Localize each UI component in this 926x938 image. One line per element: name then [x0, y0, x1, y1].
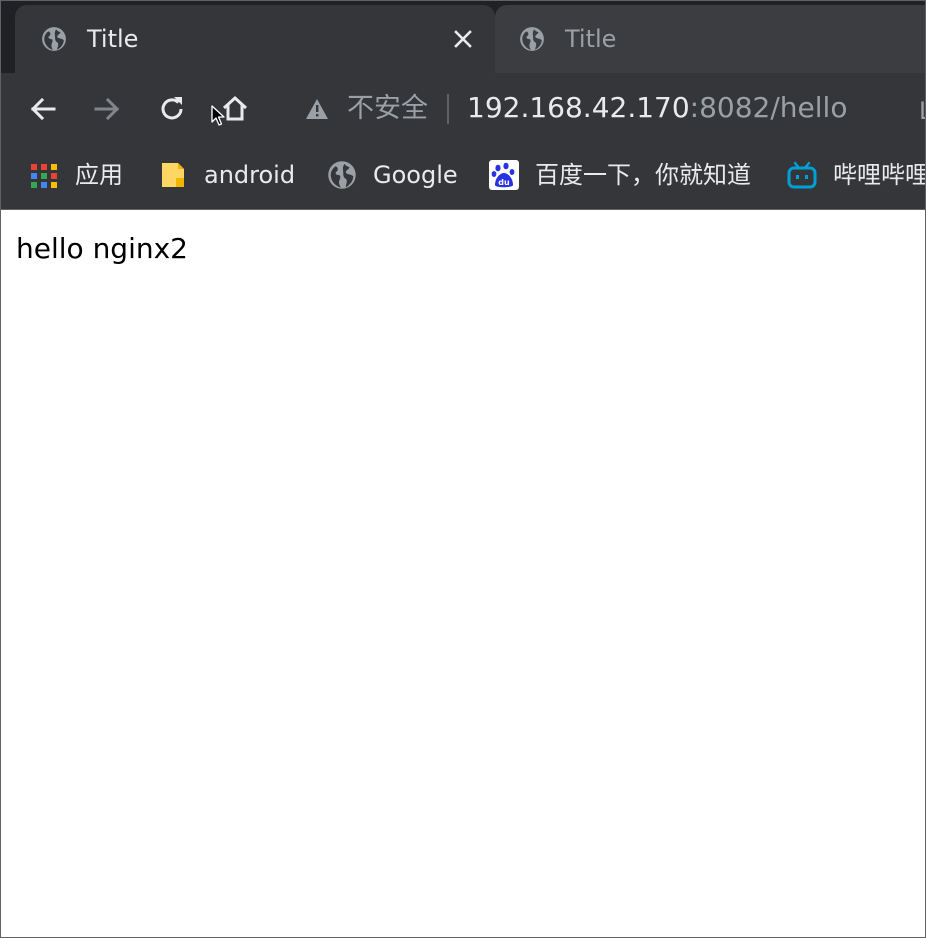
tab-active[interactable]: Title — [15, 5, 495, 73]
bookmark-baidu[interactable]: du 百度一下，你就知道 — [489, 157, 751, 193]
bookmarks-bar: 应用 android Google du 百度一下，你就知道 哔哩哔哩 — [1, 145, 925, 209]
omnibox-separator — [447, 94, 449, 124]
bookmark-label: 应用 — [75, 161, 123, 189]
close-icon[interactable] — [453, 29, 473, 49]
page-content: hello nginx2 — [1, 210, 925, 937]
globe-icon — [520, 27, 544, 51]
bookmark-apps[interactable]: 应用 — [29, 157, 123, 193]
bookmark-google[interactable]: Google — [327, 157, 458, 193]
bilibili-icon — [787, 161, 817, 189]
bookmark-label: 哔哩哔哩 — [833, 161, 926, 189]
bookmark-bilibili[interactable]: 哔哩哔哩 — [787, 157, 926, 193]
tab-strip: Title Title — [1, 1, 925, 73]
tab-title: Title — [565, 25, 617, 53]
bookmark-label: 百度一下，你就知道 — [535, 161, 751, 189]
bookmark-android[interactable]: android — [158, 157, 295, 193]
back-icon[interactable] — [27, 93, 59, 125]
browser-window: Title Title 不安全 192.168.42.170:8082/hell… — [0, 0, 926, 938]
globe-icon — [328, 161, 356, 189]
page-text: hello nginx2 — [16, 232, 188, 265]
bookmark-label: android — [204, 161, 296, 189]
security-label[interactable]: 不安全 — [347, 91, 428, 127]
url-path: :8082/hello — [689, 91, 848, 124]
forward-icon[interactable] — [91, 93, 123, 125]
apps-grid-icon — [31, 164, 57, 188]
url-host: 192.168.42.170 — [467, 91, 690, 124]
svg-text:du: du — [498, 178, 510, 187]
warning-icon[interactable] — [305, 98, 329, 120]
tab-title: Title — [87, 25, 139, 53]
bookmark-label: Google — [373, 161, 458, 189]
toolbar: 不安全 192.168.42.170:8082/hello L — [1, 73, 925, 145]
reload-icon[interactable] — [156, 93, 188, 125]
baidu-icon: du — [489, 160, 519, 190]
folder-icon — [162, 163, 184, 187]
tab-inactive[interactable]: Title — [495, 5, 925, 73]
globe-icon — [42, 27, 66, 51]
address-bar[interactable]: 不安全 192.168.42.170:8082/hello — [297, 87, 925, 131]
clipped-toolbar-text: L — [919, 97, 925, 125]
url-text[interactable]: 192.168.42.170:8082/hello — [467, 89, 847, 127]
mouse-cursor-icon — [211, 105, 225, 126]
